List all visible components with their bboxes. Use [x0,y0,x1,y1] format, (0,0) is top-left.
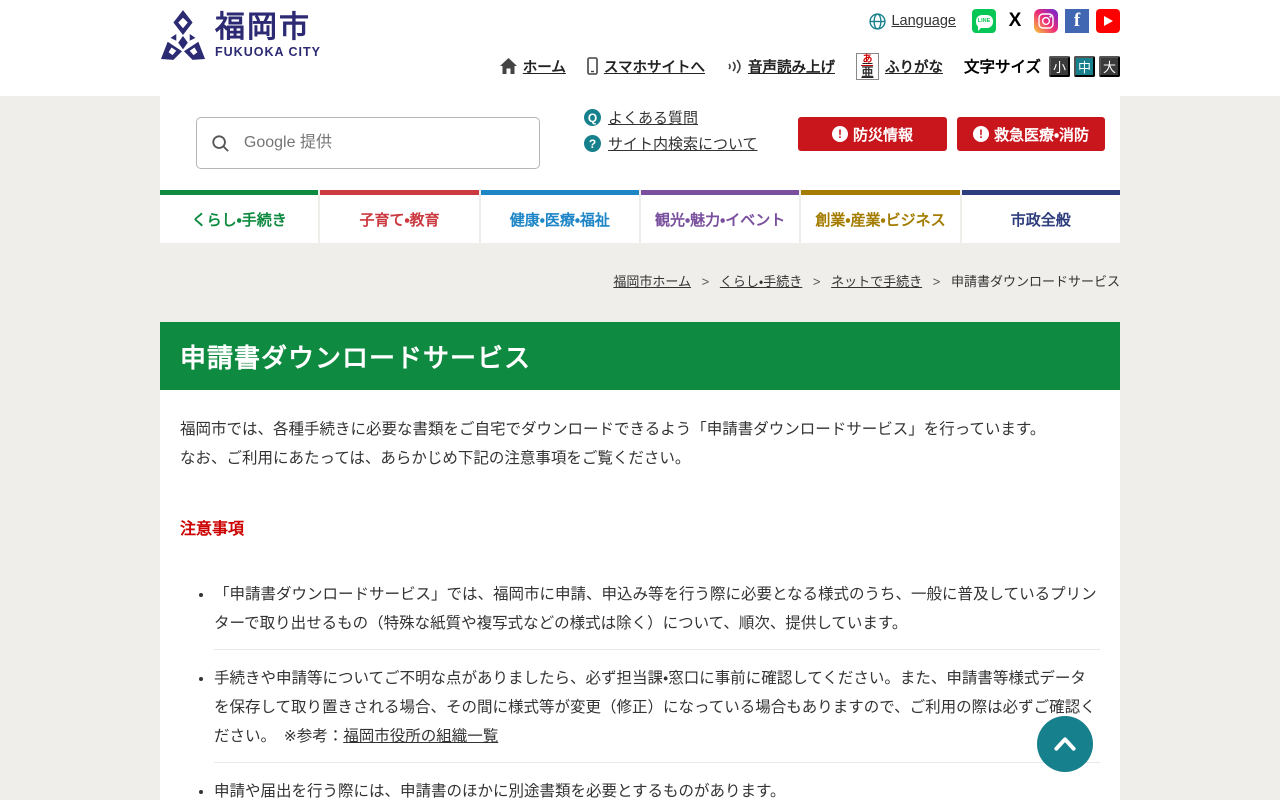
text-size-label: 文字サイズ [963,59,1041,76]
search-help-links: Q よくある質問 ? サイト内検索について [584,107,758,154]
logo-text: 福岡市 FUKUOKA CITY [215,10,321,59]
speech-label: 音声読み上げ [747,59,835,76]
furigana-icon: あ 亜 [855,52,879,80]
furigana-icon-kanji: 亜 [861,64,874,79]
language-label: Language [891,13,956,29]
organization-list-link[interactable]: 福岡市役所の組織一覧 [343,728,498,745]
header-utility-row: ホーム スマホサイトへ 音声読み上げ あ 亜 ふりがな 文字サイズ 小 中 大 [499,52,1120,80]
exclamation-icon: ! [972,126,989,142]
breadcrumb-home-link[interactable]: 福岡市ホーム [613,274,691,289]
note-item: 手続きや申請等についてご不明な点がありましたら、必ず担当課・窓口に事前に確認して… [214,664,1100,763]
search-about-row: ? サイト内検索について [584,133,758,154]
page-title-banner: 申請書ダウンロードサービス [160,322,1120,390]
youtube-icon[interactable] [1096,9,1120,33]
furigana-icon-kana: あ [862,53,873,65]
sound-waves-icon [728,58,741,74]
category-nav: くらし・手続き 子育て・教育 健康・医療・福祉 観光・魅力・イベント 創業・産業… [160,190,1120,243]
home-icon [499,58,517,74]
emergency-medical-label: 救急医療・消防 [993,126,1090,144]
exclamation-icon: ! [831,126,848,142]
chevron-up-icon [1054,737,1076,751]
question-badge-icon: ? [584,135,601,152]
breadcrumb-net-link[interactable]: ネットで手続き [831,274,922,289]
search-section: Q よくある質問 ? サイト内検索について ! 防災情報 ! 救急医療・消防 [160,96,1120,190]
faq-row: Q よくある質問 [584,107,758,128]
breadcrumb-current: 申請書ダウンロードサービス [950,274,1120,289]
breadcrumb-kurashi-link[interactable]: くらし・手続き [720,274,802,289]
note-item: 申請や届出を行う際には、申請書のほかに別途書類を必要とするものがあります。 [214,777,1100,800]
youtube-play-glyph [1104,16,1113,26]
language-link[interactable]: Language [869,12,956,30]
notes-list: 「申請書ダウンロードサービス」では、福岡市に申請、申込み等を行う際に必要となる様… [180,580,1100,800]
site-header: 福岡市 FUKUOKA CITY Language LINE X f ホーム ス… [0,0,1280,96]
nav-tab-kosodate[interactable]: 子育て・教育 [320,190,479,243]
smartphone-site-link[interactable]: スマホサイトへ [587,56,705,77]
text-size-large-button[interactable]: 大 [1099,55,1120,77]
x-twitter-icon[interactable]: X [1003,9,1027,33]
line-icon[interactable]: LINE [972,9,996,33]
page-title: 申請書ダウンロードサービス [180,342,532,373]
emergency-medical-button[interactable]: ! 救急医療・消防 [957,117,1105,151]
social-icons: LINE X f [972,9,1120,33]
smartphone-icon [587,57,598,75]
q-badge-icon: Q [584,109,601,126]
instagram-icon[interactable] [1034,9,1058,33]
notes-heading: 注意事項 [180,521,245,538]
speech-readout-link[interactable]: 音声読み上げ [726,56,835,77]
disaster-info-label: 防災情報 [852,126,913,144]
smartphone-label: スマホサイトへ [603,59,705,76]
facebook-icon[interactable]: f [1065,9,1089,33]
search-input[interactable] [241,133,525,153]
text-size-medium-button[interactable]: 中 [1074,55,1095,77]
fukuoka-emblem-icon [160,10,206,60]
nav-tab-kenko[interactable]: 健康・医療・福祉 [480,190,639,243]
text-size-buttons: 小 中 大 [1049,55,1120,77]
nav-tab-kanko[interactable]: 観光・魅力・イベント [640,190,800,243]
globe-icon [869,12,887,30]
breadcrumb: 福岡市ホーム > くらし・手続き > ネットで手続き > 申請書ダウンロードサー… [160,271,1120,290]
breadcrumb-separator: > [701,274,710,289]
site-search-box[interactable] [196,117,540,169]
site-logo[interactable]: 福岡市 FUKUOKA CITY [160,10,321,60]
note-text: 「申請書ダウンロードサービス」では、福岡市に申請、申込み等を行う際に必要となる様… [214,586,1097,632]
text-size-control: 文字サイズ 小 中 大 [964,55,1120,77]
text-size-small-button[interactable]: 小 [1049,55,1070,77]
breadcrumb-separator: > [812,274,821,289]
main-content: 福岡市では、各種手続きに必要な書類をご自宅でダウンロードできるよう「申請書ダウン… [160,390,1120,800]
page-root: 福岡市 FUKUOKA CITY Language LINE X f ホーム ス… [0,0,1280,800]
intro-paragraph-1: 福岡市では、各種手続きに必要な書類をご自宅でダウンロードできるよう「申請書ダウン… [180,421,1046,438]
breadcrumb-separator: > [932,274,941,289]
line-bubble: LINE [975,14,993,31]
note-item: 「申請書ダウンロードサービス」では、福岡市に申請、申込み等を行う際に必要となる様… [214,580,1100,650]
furigana-label: ふりがな [884,59,943,76]
instagram-glyph [1038,13,1054,29]
home-label: ホーム [522,59,566,76]
nav-tab-shisei[interactable]: 市政全般 [961,190,1120,243]
disaster-info-button[interactable]: ! 防災情報 [798,117,947,151]
search-about-link[interactable]: サイト内検索について [608,133,758,154]
logo-title: 福岡市 [215,10,311,44]
scroll-to-top-button[interactable] [1037,716,1093,772]
furigana-link[interactable]: あ 亜 ふりがな [855,52,943,80]
intro-paragraph-2: なお、ご利用にあたっては、あらかじめ下記の注意事項をご覧ください。 [180,450,691,467]
home-link[interactable]: ホーム [499,56,566,77]
search-icon [212,134,229,152]
nav-tab-kurashi[interactable]: くらし・手続き [160,190,319,243]
faq-link[interactable]: よくある質問 [608,107,698,128]
header-top-row: Language LINE X f [869,9,1120,33]
nav-tab-sogyo[interactable]: 創業・産業・ビジネス [801,190,960,243]
logo-subtitle: FUKUOKA CITY [215,44,321,59]
note-text: 申請や届出を行う際には、申請書のほかに別途書類を必要とするものがあります。 [214,783,786,800]
